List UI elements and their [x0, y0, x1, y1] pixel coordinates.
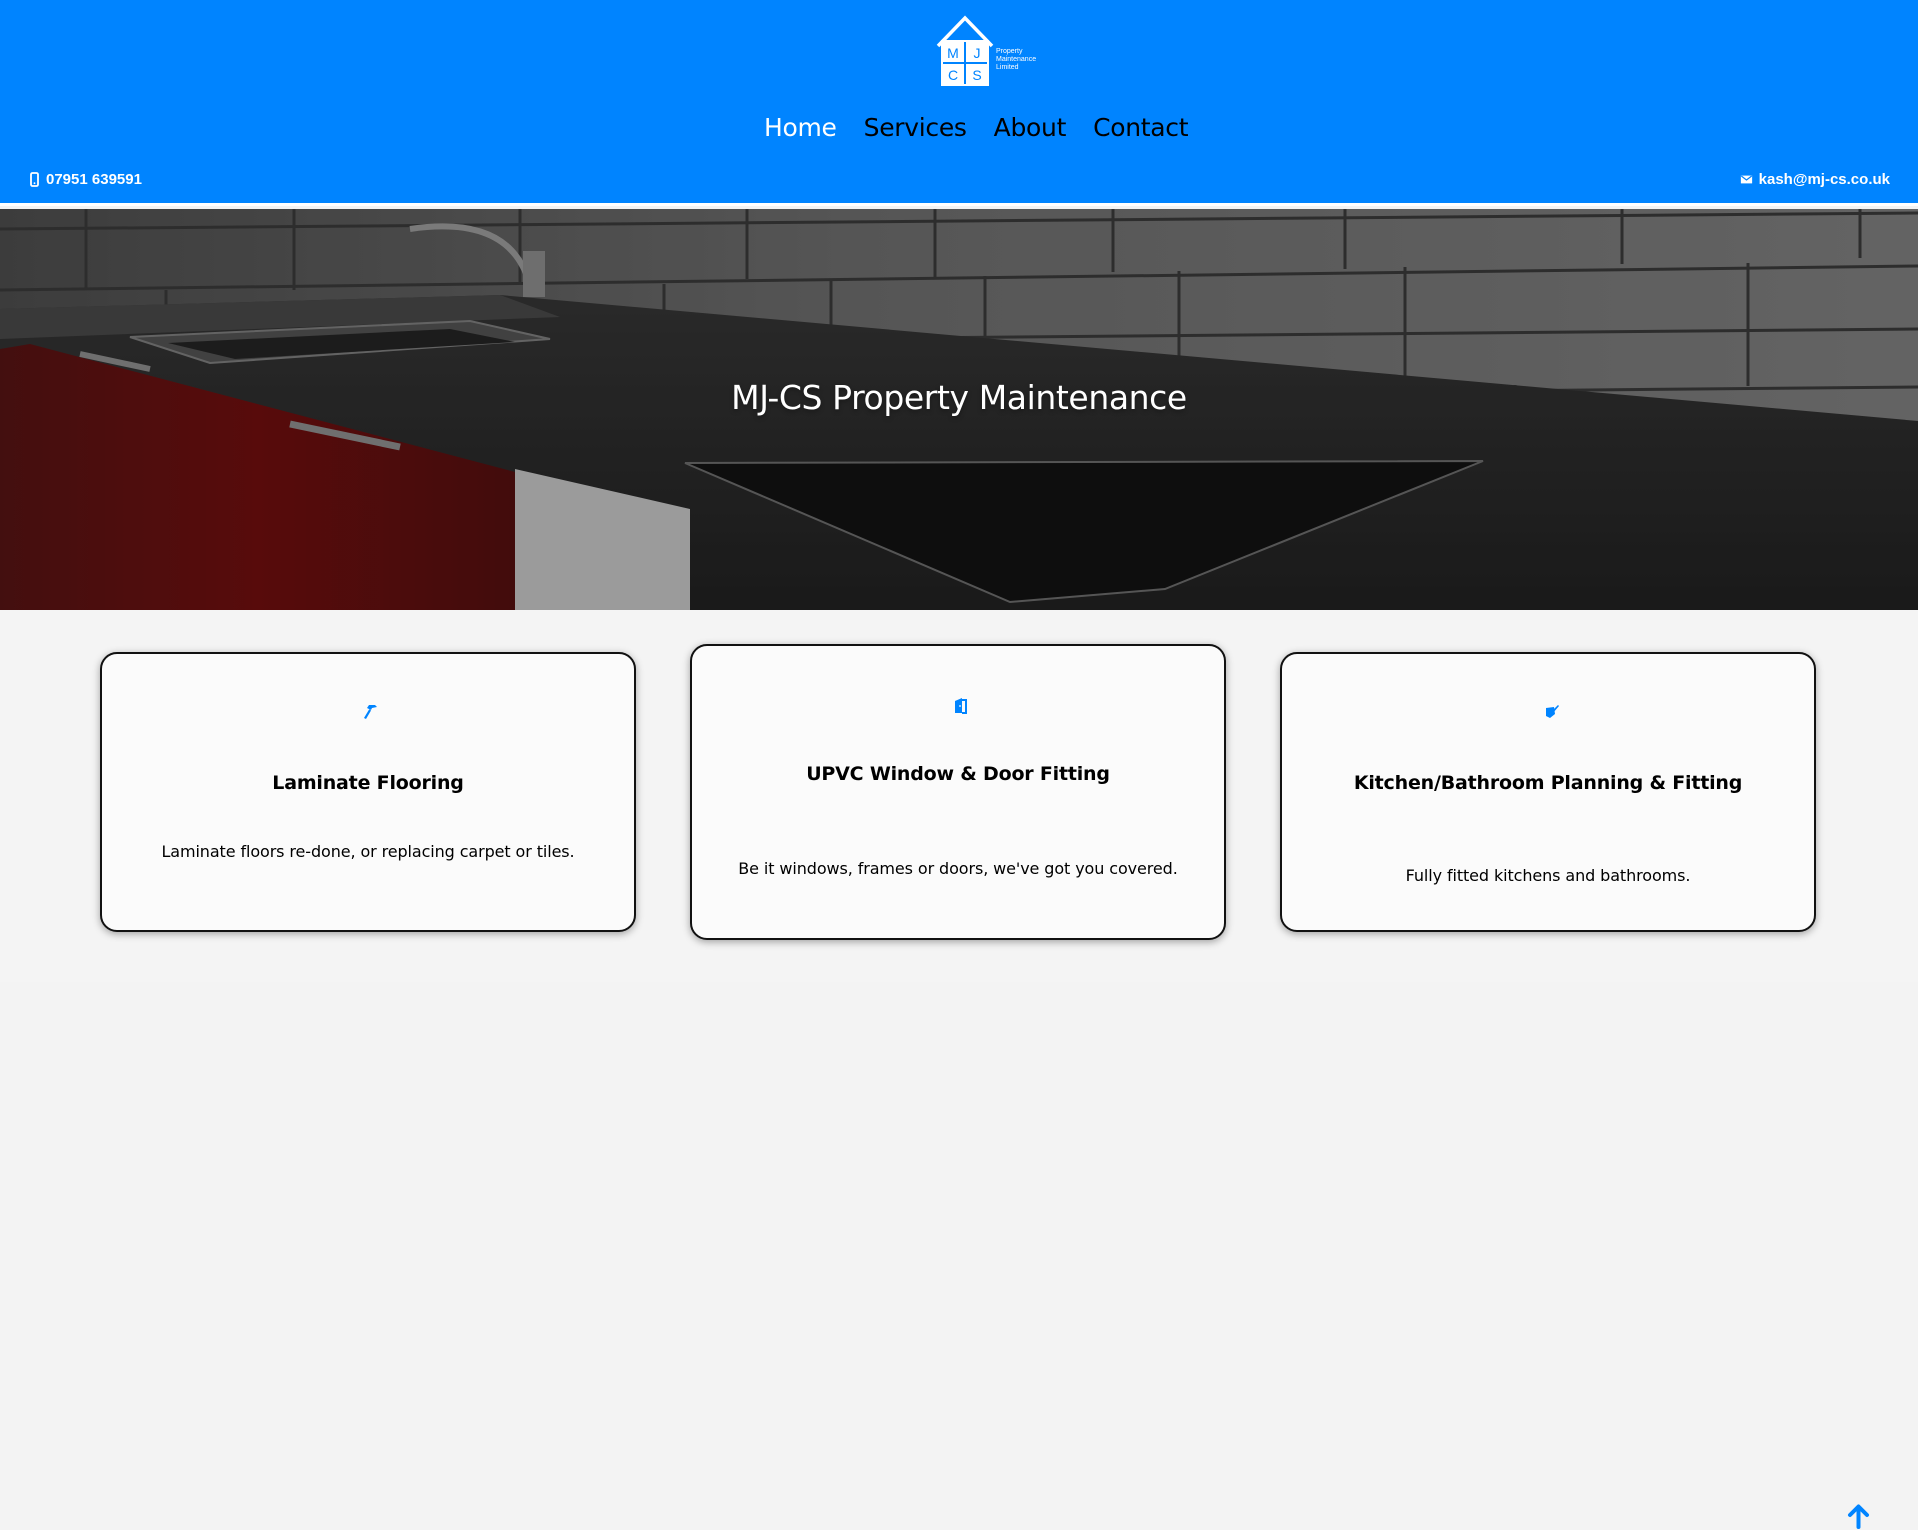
logo-text-line: Limited — [996, 64, 1019, 71]
arrow-up-icon[interactable] — [1846, 1503, 1871, 1530]
main-navigation: Home Services About Contact — [764, 113, 1189, 142]
nav-contact[interactable]: Contact — [1093, 113, 1188, 142]
logo-company-text: Property Maintenance Limited — [996, 48, 1044, 72]
service-description: Fully fitted kitchens and bathrooms. — [1405, 866, 1691, 885]
envelope-icon — [1740, 175, 1752, 184]
service-title: Laminate Flooring — [272, 772, 464, 794]
email-address[interactable]: kash@mj-cs.co.uk — [1759, 171, 1890, 188]
services-section: Laminate Flooring Laminate floors re-don… — [0, 610, 1918, 1529]
service-description: Be it windows, frames or doors, we've go… — [738, 859, 1178, 878]
email-contact[interactable]: kash@mj-cs.co.uk — [1740, 171, 1890, 188]
service-card-upvc-window-door-fitting[interactable]: UPVC Window & Door Fitting Be it windows… — [690, 644, 1226, 940]
phone-number[interactable]: 07951 639591 — [46, 171, 142, 188]
nav-about[interactable]: About — [994, 113, 1067, 142]
company-logo[interactable]: M J C S Property Maintenance Limited — [936, 12, 1045, 90]
service-card-laminate-flooring[interactable]: Laminate Flooring Laminate floors re-don… — [100, 652, 636, 932]
logo-letter-m: M — [947, 45, 959, 61]
service-card-kitchen-bathroom-planning-fitting[interactable]: Kitchen/Bathroom Planning & Fitting Full… — [1280, 652, 1816, 932]
site-header: M J C S Property Maintenance Limited Hom… — [0, 0, 1918, 206]
logo-text-line: Property — [996, 48, 1023, 55]
nav-services[interactable]: Services — [864, 113, 967, 142]
nav-home[interactable]: Home — [764, 113, 837, 142]
service-title: Kitchen/Bathroom Planning & Fitting — [1353, 772, 1743, 794]
logo-letter-s: S — [972, 67, 981, 83]
hero-banner: MJ-CS Property Maintenance — [0, 209, 1918, 610]
service-title: UPVC Window & Door Fitting — [806, 763, 1110, 785]
logo-letter-c: C — [948, 67, 958, 83]
hero-title: MJ-CS Property Maintenance — [731, 378, 1187, 417]
door-icon — [955, 698, 967, 714]
logo-letter-j: J — [974, 45, 981, 61]
logo-text-line: Maintenance — [996, 56, 1037, 63]
paint-brush-icon — [1546, 705, 1559, 718]
contact-strip: 07951 639591 kash@mj-cs.co.uk — [28, 171, 1890, 193]
service-description: Laminate floors re-done, or replacing ca… — [161, 842, 575, 861]
hammer-icon — [364, 705, 377, 719]
mobile-phone-icon — [30, 172, 39, 187]
phone-contact[interactable]: 07951 639591 — [28, 171, 142, 188]
